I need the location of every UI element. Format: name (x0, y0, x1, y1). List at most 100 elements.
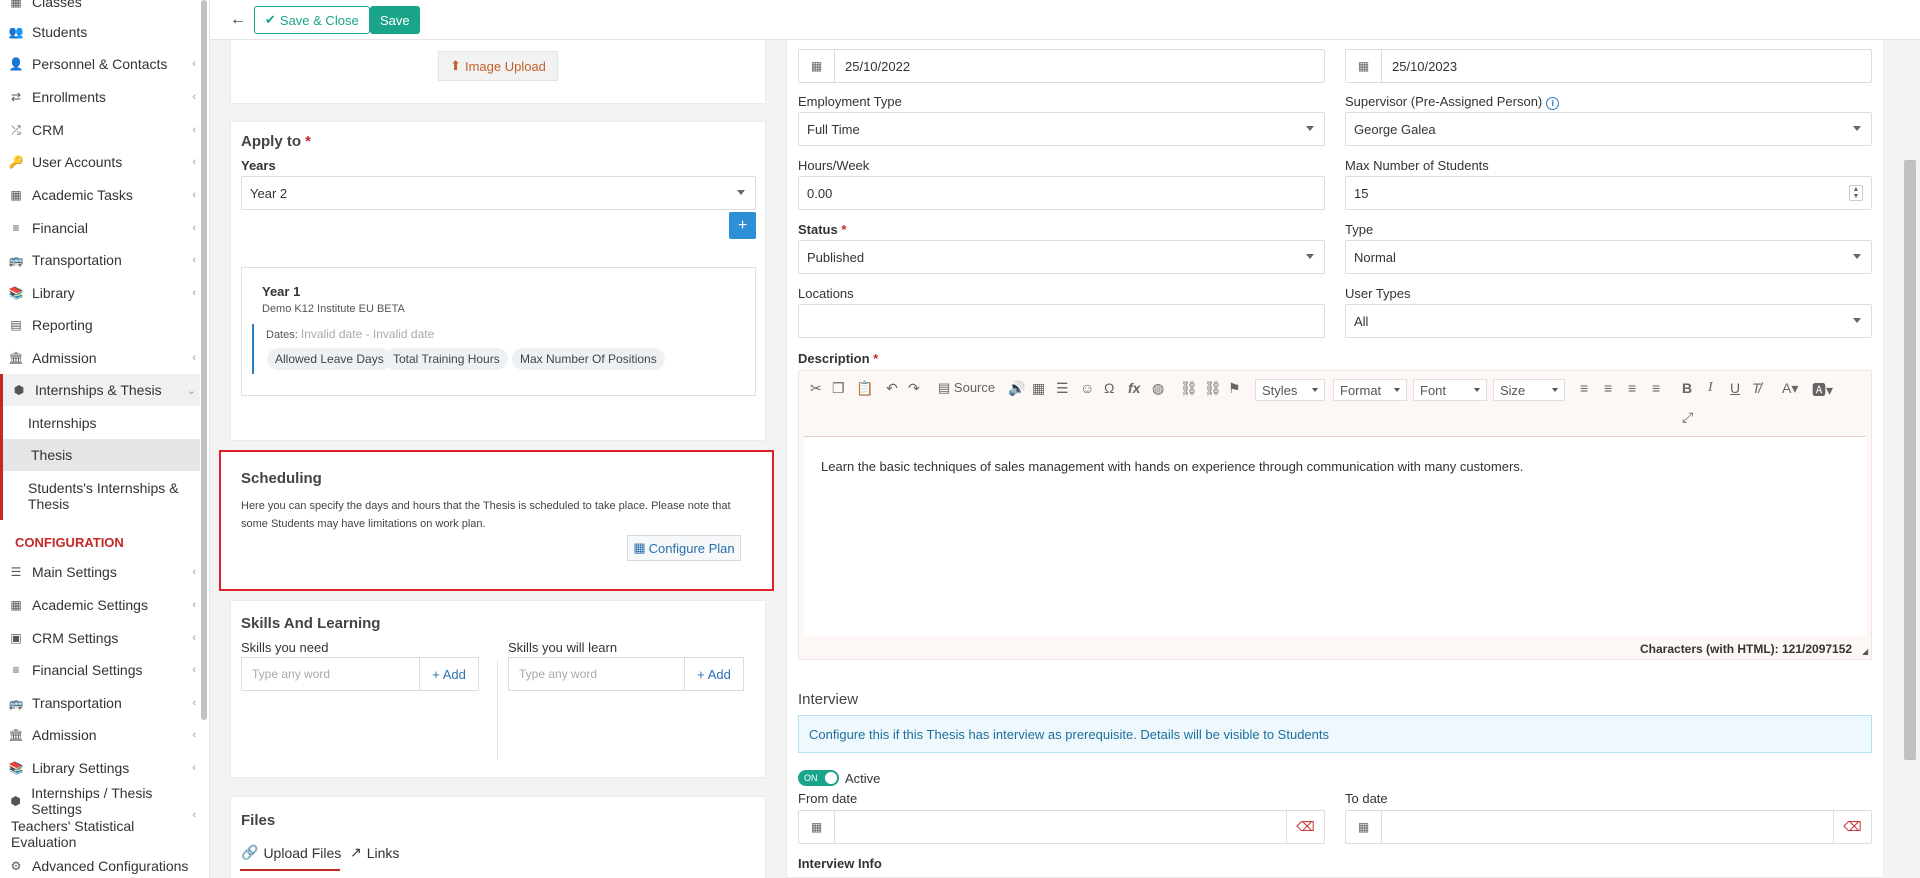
align-justify-icon[interactable]: ≡ (1652, 380, 1660, 396)
eraser-icon[interactable]: ⌫ (1833, 811, 1871, 843)
sidebar-item-enrollments[interactable]: ⇄ Enrollments ‹ (0, 81, 200, 113)
users-icon: 👥 (8, 25, 24, 39)
maximize-icon[interactable]: ⤢ (1682, 409, 1693, 426)
skills-need-input[interactable]: Type any word + Add (241, 657, 479, 691)
align-right-icon[interactable]: ≡ (1628, 380, 1636, 396)
skills-learn-label: Skills you will learn (508, 640, 618, 655)
flag-icon[interactable]: ⚑ (1228, 380, 1241, 397)
caret-down-icon (1853, 254, 1861, 259)
back-arrow-icon[interactable]: ← (230, 11, 246, 29)
bg-color-icon[interactable]: 🅰▾ (1812, 380, 1833, 400)
sidebar-item-user-accounts[interactable]: 🔑 User Accounts ‹ (0, 146, 200, 178)
shuffle-icon: ⤮ (11, 122, 21, 137)
tab-upload-files[interactable]: 🔗 Upload Files (241, 844, 341, 861)
bold-icon[interactable]: B (1682, 380, 1692, 396)
info-icon[interactable]: i (1546, 96, 1560, 110)
copy-icon[interactable]: ❐ (832, 380, 845, 397)
size-dropdown[interactable]: Size (1493, 379, 1565, 401)
text-color-icon[interactable]: A▾ (1782, 380, 1798, 397)
sidebar-item-library-settings[interactable]: 📚 Library Settings ‹ (0, 752, 200, 784)
sidebar-item-main-settings[interactable]: ☰ Main Settings ‹ (0, 556, 200, 588)
page-scrollbar[interactable] (1904, 160, 1916, 760)
sidebar-item-reporting[interactable]: ▤ Reporting (0, 309, 200, 341)
align-left-icon[interactable]: ≡ (1580, 380, 1588, 396)
bank-icon: 🏛 (8, 728, 24, 742)
sidebar-item-advanced-config[interactable]: ⚙ Advanced Configurations (0, 850, 200, 878)
save-button[interactable]: Save (370, 6, 420, 34)
sidebar-item-internships-thesis[interactable]: ⬢ Internships & Thesis ⌄ (3, 374, 200, 406)
eraser-icon[interactable]: ⌫ (1286, 811, 1324, 843)
status-select[interactable]: Published (798, 240, 1325, 274)
horizontal-line-icon[interactable]: ☰ (1056, 380, 1069, 397)
audio-icon[interactable]: 🔊 (1008, 380, 1025, 397)
unlink-icon[interactable]: ⛓ (1204, 380, 1222, 397)
type-select[interactable]: Normal (1345, 240, 1872, 274)
locations-input[interactable] (798, 304, 1325, 338)
max-students-input[interactable]: 15 ▲ ▼ (1345, 176, 1872, 210)
sidebar-subitem-thesis[interactable]: Thesis (3, 439, 200, 471)
years-select[interactable]: Year 2 (241, 176, 756, 210)
sidebar-item-internships-settings[interactable]: ⬢ Internships / Thesis Settings ‹ (0, 785, 200, 821)
sidebar-item-crm[interactable]: ⤮ CRM ‹ (0, 114, 200, 146)
spinner-icon[interactable]: ▲ ▼ (1849, 185, 1863, 201)
globe-icon[interactable]: ◍ (1152, 380, 1164, 397)
sidebar-item-admission-settings[interactable]: 🏛 Admission ‹ (0, 719, 200, 751)
align-center-icon[interactable]: ≡ (1604, 380, 1612, 396)
year-card-title: Year 1 (262, 284, 301, 299)
from-date-field[interactable]: ▦ ⌫ (798, 810, 1325, 844)
hours-week-input[interactable]: 0.00 (798, 176, 1325, 210)
sidebar-item-admission[interactable]: 🏛 Admission ‹ (0, 342, 200, 374)
external-link-icon: ↗ (350, 844, 362, 860)
sidebar-item-transportation-settings[interactable]: 🚌 Transportation ‹ (0, 687, 200, 719)
sidebar-item-financial-settings[interactable]: ≡ Financial Settings ‹ (0, 654, 200, 686)
sidebar-item-students[interactable]: 👥 Students (0, 16, 200, 48)
format-dropdown[interactable]: Format (1333, 379, 1407, 401)
add-skill-need-button[interactable]: + Add (419, 658, 478, 690)
sidebar-item-personnel[interactable]: 👤 Personnel & Contacts ‹ (0, 48, 200, 80)
to-date-field[interactable]: ▦ ⌫ (1345, 810, 1872, 844)
save-close-button[interactable]: ✔ Save & Close (254, 6, 370, 34)
chevron-down-icon: ⌄ (186, 384, 196, 397)
sidebar-item-library[interactable]: 📚 Library ‹ (0, 277, 200, 309)
sidebar-item-academic-tasks[interactable]: ▦ Academic Tasks ‹ (0, 179, 200, 211)
skills-learn-input[interactable]: Type any word + Add (508, 657, 744, 691)
italic-icon[interactable]: I (1708, 380, 1713, 396)
user-types-select[interactable]: All (1345, 304, 1872, 338)
sidebar-scrollbar[interactable] (201, 0, 207, 720)
add-skill-learn-button[interactable]: + Add (684, 658, 743, 690)
image-upload-button[interactable]: ⬆ Image Upload (438, 51, 558, 81)
sidebar-item-financial[interactable]: ≡ Financial ‹ (0, 212, 200, 244)
chevron-left-icon: ‹ (192, 91, 196, 103)
redo-icon[interactable]: ↷ (908, 380, 920, 397)
resize-handle-icon[interactable]: ◢ (1862, 647, 1868, 656)
start-date-field[interactable]: ▦ 25/10/2022 (798, 49, 1325, 83)
table-icon[interactable]: ▦ (1032, 380, 1045, 397)
font-dropdown[interactable]: Font (1413, 379, 1487, 401)
supervisor-select[interactable]: George Galea (1345, 112, 1872, 146)
cube-icon: ⬢ (13, 383, 25, 397)
employment-type-select[interactable]: Full Time (798, 112, 1325, 146)
sidebar-item-crm-settings[interactable]: ▣ CRM Settings ‹ (0, 622, 200, 654)
cut-icon[interactable]: ✂ (810, 380, 822, 397)
sidebar-item-transportation[interactable]: 🚌 Transportation ‹ (0, 244, 200, 276)
sidebar-subitem-internships[interactable]: Internships (0, 407, 200, 439)
smiley-icon[interactable]: ☺ (1080, 380, 1094, 396)
sidebar-item-academic-settings[interactable]: ▦ Academic Settings ‹ (0, 589, 200, 621)
link-icon[interactable]: ⛓ (1180, 380, 1198, 397)
special-char-icon[interactable]: Ω (1104, 380, 1114, 396)
formula-icon[interactable]: fx (1128, 380, 1140, 396)
end-date-field[interactable]: ▦ 25/10/2023 (1345, 49, 1872, 83)
sidebar-item-teachers-evaluation[interactable]: Teachers' Statistical Evaluation (0, 818, 200, 850)
styles-dropdown[interactable]: Styles (1255, 379, 1325, 401)
configure-plan-button[interactable]: ▦ Configure Plan (627, 535, 741, 561)
sidebar-subitem-students-internships[interactable]: Students's Internships & Thesis (0, 473, 200, 519)
underline-icon[interactable]: U (1730, 380, 1740, 396)
interview-active-toggle[interactable]: ON (798, 770, 839, 786)
tab-links[interactable]: ↗ Links (350, 844, 399, 861)
remove-format-icon[interactable]: T̸ (1752, 380, 1761, 396)
add-year-button[interactable]: + (729, 212, 756, 239)
paste-icon[interactable]: 📋 (856, 380, 873, 397)
chevron-left-icon: ‹ (192, 222, 196, 234)
undo-icon[interactable]: ↶ (886, 380, 898, 397)
source-button[interactable]: ▤ Source (938, 380, 995, 396)
